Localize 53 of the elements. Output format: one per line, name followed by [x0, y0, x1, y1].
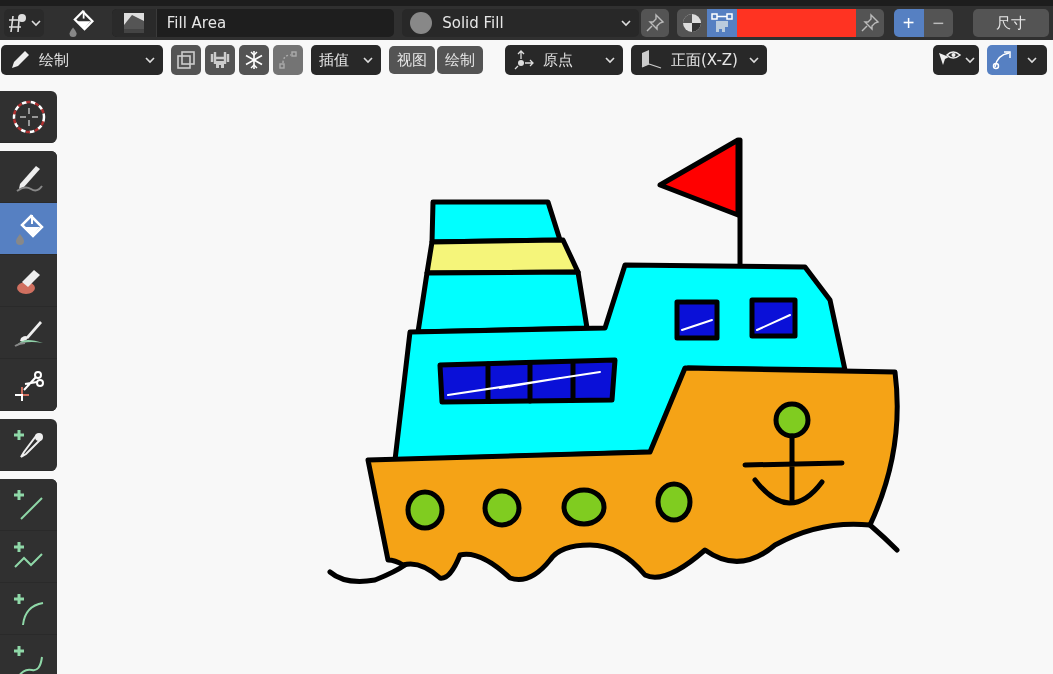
color-mode-toggle[interactable]: [676, 9, 707, 37]
pivot-point-icon: [513, 49, 535, 71]
curve-plus-icon: [11, 643, 46, 674]
mode-dropdown[interactable]: 绘制: [1, 45, 163, 75]
caret-icon: [145, 56, 155, 64]
material-preview-icon: [410, 12, 433, 34]
color-mode-toggle[interactable]: [706, 9, 737, 37]
size-button[interactable]: 尺寸: [973, 9, 1049, 37]
orientation-dropdown[interactable]: 正面(X-Z): [631, 45, 767, 75]
dumbbell-toggle[interactable]: [205, 45, 235, 75]
header-menu[interactable]: 视图: [389, 46, 435, 74]
snowflake-icon: [243, 49, 265, 71]
curve-points-toggle[interactable]: [273, 45, 303, 75]
layers-toggle[interactable]: [171, 45, 201, 75]
dumbbell-icon: [209, 49, 231, 71]
brush-field[interactable]: Fill Area: [111, 9, 395, 37]
caret-icon: [1027, 56, 1037, 64]
caret-icon: [965, 56, 975, 64]
tool-button[interactable]: [0, 479, 57, 531]
material-dropdown[interactable]: Solid Fill: [402, 9, 639, 37]
caret-icon: [749, 56, 759, 64]
tool-button[interactable]: [0, 151, 57, 203]
pin-button[interactable]: [641, 9, 669, 37]
subtract-mode-button[interactable]: −: [923, 9, 954, 37]
pin-icon: [644, 13, 665, 33]
curve-points-icon: [277, 49, 299, 71]
axis-plane-icon: [639, 49, 663, 71]
interpolate-dropdown[interactable]: 插值: [311, 45, 381, 75]
caret-icon: [363, 56, 373, 64]
pin-icon: [859, 13, 880, 33]
overlay-toggle[interactable]: [987, 45, 1017, 75]
layers-icon: [175, 49, 197, 71]
pivot-dropdown[interactable]: 原点: [505, 45, 623, 75]
editor-type-menu[interactable]: [4, 9, 44, 37]
shading-sphere-icon: [680, 12, 703, 34]
header-menu[interactable]: 绘制: [437, 46, 483, 74]
curve-arrow-icon: [991, 49, 1013, 71]
pin-button[interactable]: [855, 9, 884, 37]
pencil-icon: [9, 49, 31, 71]
add-mode-button[interactable]: +: [893, 9, 924, 37]
caret-icon: [605, 56, 615, 64]
cursor-icon: [10, 98, 47, 135]
caret-icon: [31, 19, 42, 27]
visibility-dropdown[interactable]: [933, 45, 979, 75]
arc-plus-icon: [11, 591, 46, 626]
grease-pencil-icon: [6, 12, 29, 34]
overlay-dropdown[interactable]: [1017, 45, 1047, 75]
line-plus-icon: [11, 487, 46, 522]
caret-icon: [621, 19, 631, 27]
snowflake-toggle[interactable]: [239, 45, 269, 75]
vertex-paint-icon: [709, 11, 734, 35]
brush-thumbnail-icon: [121, 11, 146, 35]
color-swatch[interactable]: [736, 9, 856, 37]
